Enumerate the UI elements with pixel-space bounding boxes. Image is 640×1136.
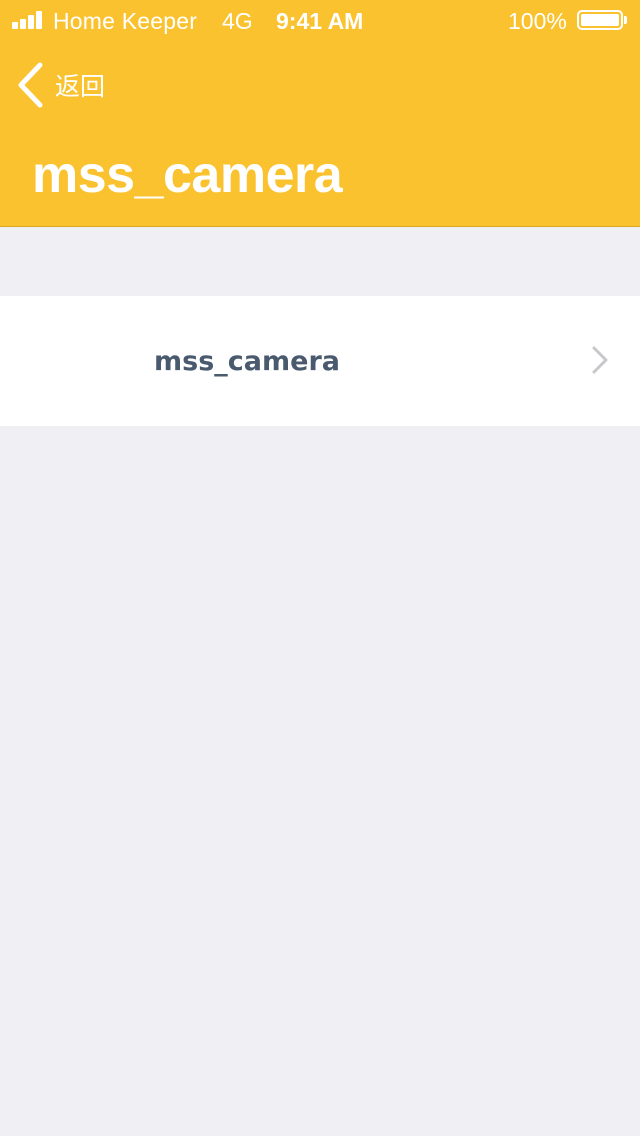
- list-item-label: mss_camera: [154, 346, 340, 377]
- status-time: 9:41 AM: [276, 8, 364, 34]
- back-button[interactable]: 返回: [12, 60, 122, 110]
- status-bar: Home Keeper 4G 9:41 AM 100%: [0, 0, 640, 40]
- network-type: 4G: [222, 8, 253, 34]
- battery-icon: [577, 10, 623, 30]
- carrier-name: Home Keeper: [53, 8, 198, 34]
- battery-percentage: 100%: [508, 8, 567, 34]
- signal-strength-icon: [12, 11, 46, 29]
- device-list: mss_camera: [0, 296, 640, 426]
- battery-level-fill: [581, 14, 619, 26]
- navigation-header: Home Keeper 4G 9:41 AM 100% 返回 mss_camer…: [0, 0, 640, 227]
- chevron-left-icon: [18, 62, 43, 108]
- battery-cap: [624, 16, 627, 24]
- page-title: mss_camera: [32, 146, 343, 204]
- chevron-right-icon: [592, 346, 608, 374]
- back-button-label: 返回: [55, 72, 106, 101]
- list-item[interactable]: mss_camera: [0, 296, 640, 426]
